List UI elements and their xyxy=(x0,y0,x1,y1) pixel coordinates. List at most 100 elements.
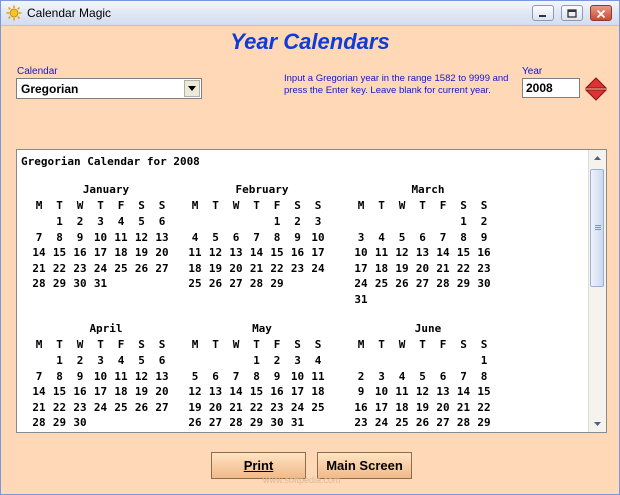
year-field[interactable]: 2008 xyxy=(522,78,580,98)
month-title: January xyxy=(82,183,130,196)
day-cell: 25 xyxy=(374,277,389,290)
day-cell: 23 xyxy=(290,261,305,275)
print-button-label: Print xyxy=(243,458,274,473)
day-cell: 2 xyxy=(273,354,281,367)
weekday-header: F xyxy=(273,338,281,351)
scroll-down-icon[interactable] xyxy=(589,415,606,432)
year-down-icon[interactable] xyxy=(585,89,607,101)
day-cell: 18 xyxy=(311,385,325,398)
day-cell: 15 xyxy=(456,246,471,259)
day-cell: 10 xyxy=(93,230,108,244)
day-cell: 30 xyxy=(73,277,87,290)
day-cell: 25 xyxy=(395,416,409,429)
day-cell: 13 xyxy=(415,246,430,259)
day-cell: 12 xyxy=(188,385,202,398)
grip-icon xyxy=(595,225,601,226)
day-cell: 1 xyxy=(56,354,63,367)
day-cell: 23 xyxy=(354,416,368,429)
calendar-dropdown-button[interactable] xyxy=(184,80,200,97)
day-cell: 9 xyxy=(273,369,281,383)
app-window: Calendar Magic Year Calendars Calendar G… xyxy=(0,0,620,495)
day-cell: 19 xyxy=(415,400,430,414)
day-cell: 8 xyxy=(480,369,488,383)
day-cell: 16 xyxy=(270,385,284,398)
day-cell: 17 xyxy=(311,246,325,259)
day-cell: 27 xyxy=(208,416,223,429)
weekday-header: T xyxy=(97,199,104,212)
day-cell: 14 xyxy=(229,385,243,398)
year-spinner[interactable] xyxy=(585,77,607,101)
day-cell: 26 xyxy=(188,416,202,429)
day-cell: 14 xyxy=(32,246,46,259)
weekday-header: M xyxy=(191,199,199,212)
day-cell: 3 xyxy=(378,369,385,383)
day-cell: 10 xyxy=(311,230,325,244)
scroll-up-icon[interactable] xyxy=(589,150,606,167)
maximize-button[interactable] xyxy=(561,5,583,21)
weekday-header: S xyxy=(294,338,301,351)
weekday-header: T xyxy=(56,338,63,351)
calendar-output-title: Gregorian Calendar for 2008 xyxy=(21,155,200,168)
weekday-header: T xyxy=(56,199,63,212)
weekday-header: T xyxy=(97,338,104,351)
day-cell: 13 xyxy=(229,246,243,259)
day-cell: 16 xyxy=(73,385,87,398)
weekday-header: W xyxy=(76,199,84,212)
minimize-button[interactable] xyxy=(532,5,554,21)
day-cell: 30 xyxy=(270,416,284,429)
calendar-output[interactable]: Gregorian Calendar for 2008 January M T W T F… xyxy=(16,149,607,433)
scroll-thumb[interactable] xyxy=(590,169,604,287)
weekday-header: S xyxy=(314,199,322,212)
weekday-header: F xyxy=(117,199,125,212)
calendar-select[interactable]: Gregorian xyxy=(16,78,202,99)
vertical-scrollbar[interactable] xyxy=(588,150,606,432)
day-cell: 31 xyxy=(354,292,368,306)
day-cell: 7 xyxy=(232,369,240,383)
watermark: www.softpedia.com xyxy=(263,475,341,485)
day-cell: 27 xyxy=(229,277,243,290)
day-cell: 29 xyxy=(456,277,471,290)
weekday-header: W xyxy=(398,199,406,212)
title-bar[interactable]: Calendar Magic xyxy=(1,1,619,26)
year-up-icon[interactable] xyxy=(585,77,607,89)
day-cell: 13 xyxy=(155,230,169,244)
day-cell: 17 xyxy=(374,400,389,414)
day-cell: 19 xyxy=(134,385,149,398)
day-cell: 26 xyxy=(395,277,409,290)
day-cell: 16 xyxy=(354,400,368,414)
day-cell: 29 xyxy=(52,416,67,429)
day-cell: 2 xyxy=(76,354,84,367)
day-cell: 27 xyxy=(155,400,169,414)
day-cell: 12 xyxy=(134,230,149,244)
month-title: April xyxy=(89,322,123,335)
day-cell: 5 xyxy=(419,369,426,383)
month-title: May xyxy=(252,322,272,335)
day-cell: 27 xyxy=(436,416,450,429)
weekday-header: W xyxy=(398,338,406,351)
day-cell: 14 xyxy=(32,385,46,398)
day-cell: 26 xyxy=(208,277,223,290)
day-cell: 11 xyxy=(311,369,325,383)
day-cell: 6 xyxy=(232,230,240,244)
day-cell: 21 xyxy=(32,261,46,275)
day-cell: 8 xyxy=(273,230,281,244)
day-cell: 3 xyxy=(97,354,104,367)
day-cell: 28 xyxy=(229,416,243,429)
day-cell: 27 xyxy=(415,277,430,290)
day-cell: 16 xyxy=(477,246,491,259)
main-screen-button-label: Main Screen xyxy=(326,458,403,473)
day-cell: 7 xyxy=(460,369,467,383)
day-cell: 5 xyxy=(138,215,145,228)
weekday-header: M xyxy=(35,338,43,351)
weekday-header: T xyxy=(212,199,219,212)
day-cell: 7 xyxy=(253,230,260,244)
day-cell: 15 xyxy=(52,246,67,259)
day-cell: 31 xyxy=(290,416,305,429)
day-cell: 24 xyxy=(374,416,389,429)
day-cell: 9 xyxy=(480,230,488,244)
weekday-header: S xyxy=(294,199,301,212)
day-cell: 25 xyxy=(114,261,128,275)
chevron-down-icon xyxy=(188,86,196,91)
day-cell: 18 xyxy=(114,246,128,259)
close-button[interactable] xyxy=(590,5,612,21)
